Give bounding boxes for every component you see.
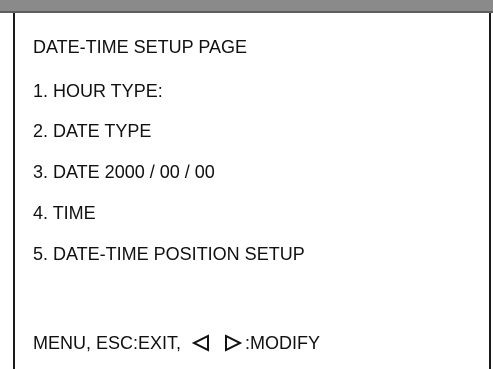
footer-hint: MENU, ESC:EXIT, :MODIFY <box>33 333 320 353</box>
triangle-right-icon[interactable] <box>221 333 245 353</box>
menu-title: DATE-TIME SETUP PAGE <box>33 37 248 57</box>
triangle-left-icon[interactable] <box>189 333 213 353</box>
exit-hint: MENU, ESC:EXIT, <box>33 333 182 353</box>
triangle-right-icon-graphic <box>225 334 243 352</box>
title-bar <box>0 0 493 11</box>
menu-item-hour-type[interactable]: 1. HOUR TYPE: <box>33 81 163 101</box>
menu-item-date[interactable]: 3. DATE 2000 / 00 / 00 <box>33 162 215 182</box>
menu-item-time[interactable]: 4. TIME <box>33 203 96 223</box>
menu-item-date-type[interactable]: 2. DATE TYPE <box>33 121 151 141</box>
menu-item-position-setup[interactable]: 5. DATE-TIME POSITION SETUP <box>33 244 305 264</box>
triangle-left-icon-graphic <box>192 334 210 352</box>
osd-menu-panel <box>13 13 491 369</box>
modify-hint: :MODIFY <box>245 333 321 353</box>
